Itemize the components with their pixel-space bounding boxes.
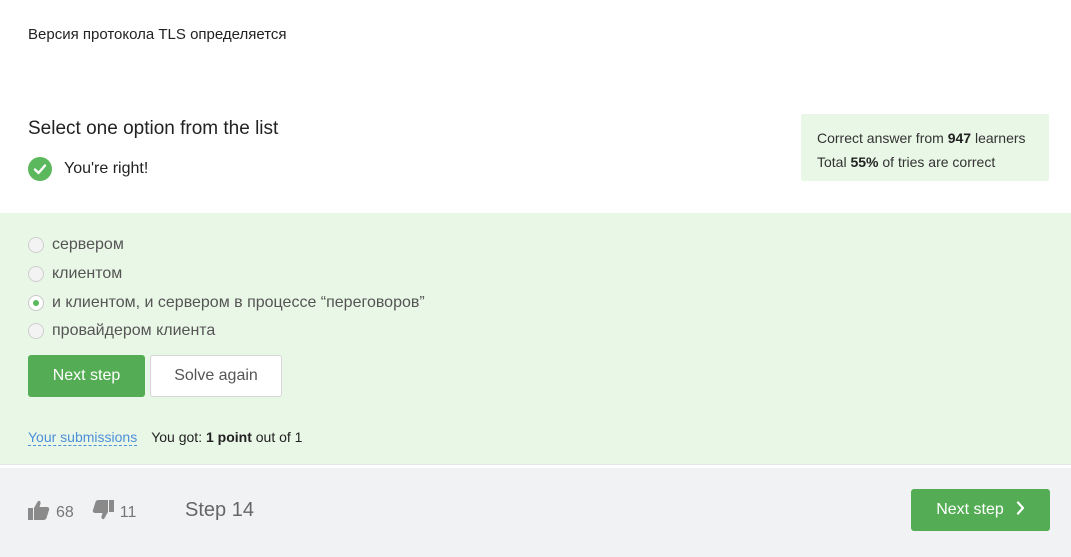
option-label: клиентом <box>52 265 123 283</box>
radio-button[interactable] <box>28 237 44 254</box>
dislike-button[interactable]: 11 <box>92 500 137 525</box>
next-step-button[interactable]: Next step <box>28 355 145 397</box>
result-status: You're right! <box>28 157 148 181</box>
thumbs-down-icon <box>92 500 114 525</box>
option-item[interactable]: сервером <box>28 231 425 260</box>
your-submissions-link[interactable]: Your submissions <box>28 429 138 446</box>
check-circle-icon <box>28 157 52 181</box>
stats-panel: Correct answer from 947 learners Total 5… <box>801 114 1049 181</box>
like-button[interactable]: 68 <box>28 500 74 525</box>
step-label: Step 14 <box>185 499 254 521</box>
stats-learners-line: Correct answer from 947 learners <box>817 126 1033 150</box>
stats-text: learners <box>974 130 1026 146</box>
options-list: сервером клиентом и клиентом, и сервером… <box>28 231 425 346</box>
option-label: провайдером клиента <box>52 322 216 340</box>
chevron-right-icon <box>1016 500 1025 520</box>
step-footer: 68 11 Step 14 Next step <box>0 468 1071 557</box>
option-label: и клиентом, и сервером в процессе “перег… <box>52 293 425 311</box>
score-text: You got: 1 point out of 1 <box>151 429 302 445</box>
learners-count: 947 <box>947 130 972 146</box>
correct-percent: 55% <box>850 154 879 170</box>
result-text: You're right! <box>64 160 149 177</box>
stats-text: Total <box>817 154 847 170</box>
score-value: 1 point <box>205 429 252 445</box>
radio-button-selected[interactable] <box>28 294 44 311</box>
option-item[interactable]: провайдером клиента <box>28 317 425 346</box>
stats-text: of tries are correct <box>882 154 996 170</box>
footer-next-label: Next step <box>936 501 1004 518</box>
thumbs-up-icon <box>28 500 50 525</box>
stats-text: Correct answer from <box>817 130 944 146</box>
votes: 68 11 <box>28 500 154 525</box>
dislikes-count: 11 <box>119 503 137 521</box>
likes-count: 68 <box>56 503 74 521</box>
submissions-row: Your submissions You got: 1 point out of… <box>28 429 302 446</box>
stats-percent-line: Total 55% of tries are correct <box>817 150 1033 174</box>
footer-next-step-button[interactable]: Next step <box>911 489 1050 531</box>
score-suffix: out of 1 <box>255 429 303 445</box>
option-item[interactable]: клиентом <box>28 260 425 289</box>
question-text: Версия протокола TLS определяется <box>28 26 287 43</box>
score-prefix: You got: <box>151 429 203 445</box>
radio-button[interactable] <box>28 323 44 340</box>
option-item[interactable]: и клиентом, и сервером в процессе “перег… <box>28 288 425 317</box>
option-label: сервером <box>52 236 124 254</box>
solve-again-button[interactable]: Solve again <box>150 355 282 397</box>
answers-panel: сервером клиентом и клиентом, и сервером… <box>0 213 1071 464</box>
radio-button[interactable] <box>28 266 44 283</box>
quiz-title: Select one option from the list <box>28 118 279 139</box>
